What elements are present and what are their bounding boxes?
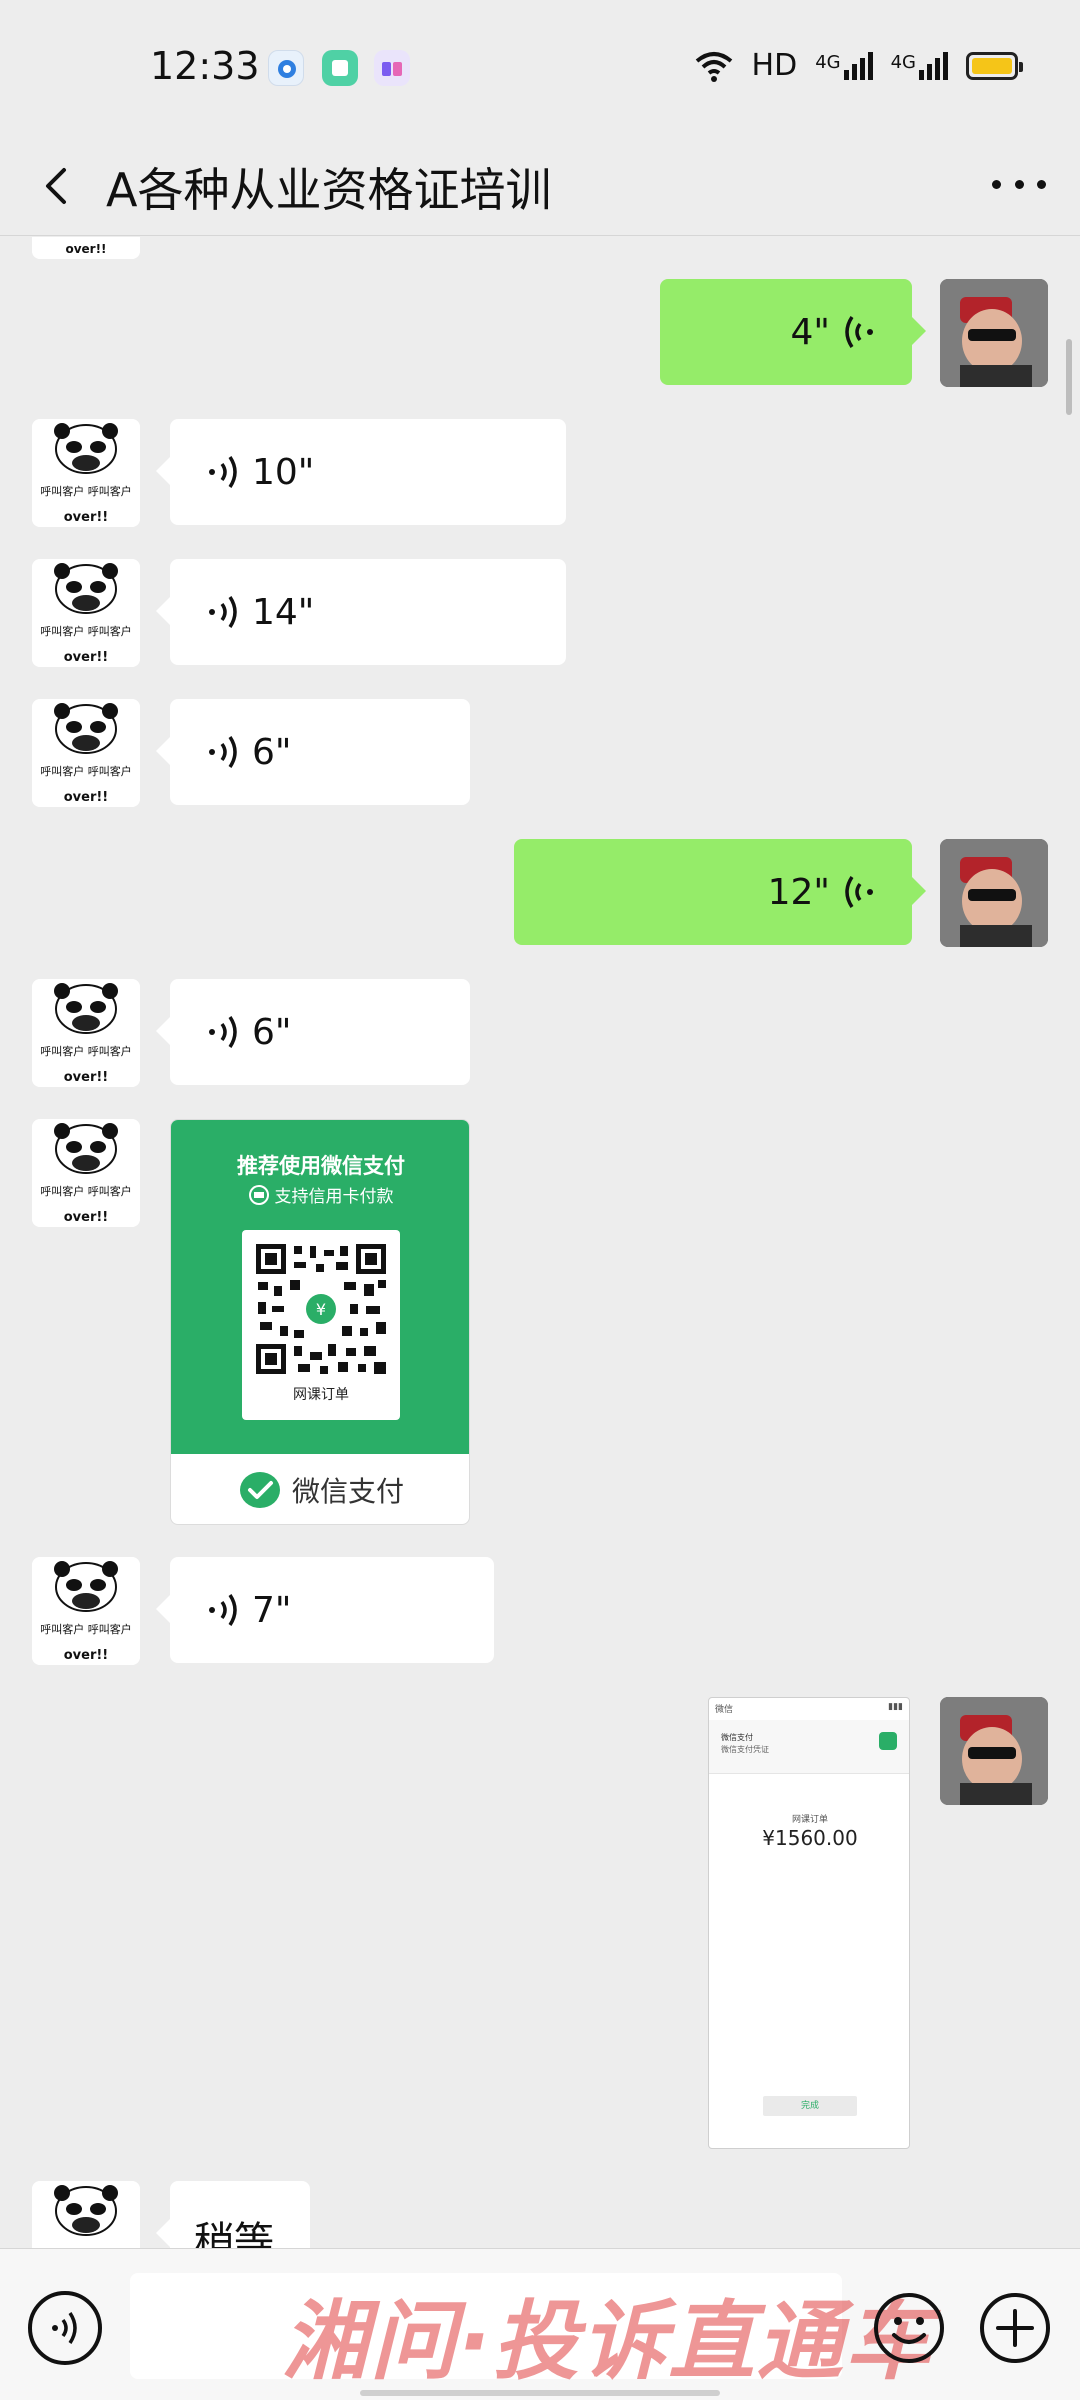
status-time: 12:33 xyxy=(150,44,260,88)
chat-list[interactable]: over!! 4" 呼叫客户 呼叫客户 over!! 10" 呼叫客户 呼叫客户 o… xyxy=(0,237,1080,2248)
svg-text:呼叫客户 呼叫客户: 呼叫客户 呼叫客户 xyxy=(40,484,132,498)
voice-duration: 4" xyxy=(790,311,830,353)
plus-icon xyxy=(980,2293,1050,2363)
voice-message[interactable]: 6" xyxy=(156,699,470,805)
battery-icon xyxy=(966,51,1023,80)
avatar[interactable] xyxy=(940,839,1048,947)
plus-button[interactable] xyxy=(978,2291,1052,2365)
voice-duration: 12" xyxy=(767,871,830,913)
svg-text:¥: ¥ xyxy=(316,1300,326,1319)
signal-icon: 4G xyxy=(890,51,948,80)
voice-wave-icon xyxy=(845,316,873,348)
svg-text:over!!: over!! xyxy=(64,510,109,525)
voice-message[interactable]: 14" xyxy=(156,559,566,665)
screenshot-status-label: 微信 xyxy=(715,1705,734,1715)
status-indicators: HD 4G 4G xyxy=(694,48,1023,83)
chat-title: A各种从业资格证培训 xyxy=(106,163,552,217)
more-dots-icon xyxy=(992,179,1001,189)
payment-headline: 推荐使用微信支付 xyxy=(237,1154,405,1178)
voice-wave-icon xyxy=(845,876,873,908)
qr-code-icon: ¥ xyxy=(254,1242,388,1376)
voice-wave-icon xyxy=(209,736,237,768)
svg-text:呼叫客户 呼叫客户: 呼叫客户 呼叫客户 xyxy=(40,624,132,638)
signal-label: 4G xyxy=(890,51,916,73)
screenshot-order: 网课订单 xyxy=(791,1815,828,1825)
scrollbar[interactable] xyxy=(1066,339,1072,415)
qr-code-box[interactable]: ¥ 网课订单 xyxy=(242,1230,400,1420)
back-button[interactable] xyxy=(30,152,90,220)
chat-icon xyxy=(879,1732,897,1750)
app-notification-icon xyxy=(268,50,304,86)
image-message[interactable]: 微信 ▮▮▮ 微信支付 微信支付凭证 网课订单 ¥1560.00 完成 xyxy=(708,1697,910,2149)
chevron-left-icon xyxy=(46,168,66,204)
avatar[interactable] xyxy=(940,1697,1048,1805)
voice-message[interactable]: 6" xyxy=(156,979,470,1085)
svg-text:over!!: over!! xyxy=(64,790,109,805)
avatar[interactable] xyxy=(32,2181,140,2248)
svg-text:over!!: over!! xyxy=(64,650,109,665)
credit-card-icon xyxy=(248,1184,269,1205)
voice-message[interactable]: 7" xyxy=(156,1557,494,1663)
home-indicator[interactable] xyxy=(360,2390,720,2396)
avatar[interactable] xyxy=(940,279,1048,387)
voice-wave-icon xyxy=(209,456,237,488)
svg-text:呼叫客户 呼叫客户: 呼叫客户 呼叫客户 xyxy=(40,764,132,778)
avatar[interactable]: 呼叫客户 呼叫客户 over!! xyxy=(32,979,140,1087)
input-bar: 湘问·投诉直通车 xyxy=(0,2248,1080,2400)
signal-icon: 4G xyxy=(815,51,873,80)
wechat-pay-icon xyxy=(239,1472,280,1508)
voice-duration: 10" xyxy=(252,451,315,493)
svg-text:over!!: over!! xyxy=(64,1648,109,1663)
voice-duration: 14" xyxy=(252,591,315,633)
status-bar: 12:33 HD 4G 4G xyxy=(0,0,1080,136)
screenshot-amount: ¥1560.00 xyxy=(762,1826,858,1850)
watermark: 湘问·投诉直通车 xyxy=(282,2292,933,2392)
screenshot-title: 微信支付 xyxy=(721,1733,753,1742)
avatar[interactable]: 呼叫客户 呼叫客户 over!! xyxy=(32,1119,140,1227)
voice-wave-icon xyxy=(209,596,237,628)
app-notification-icon xyxy=(322,50,358,86)
voice-message[interactable]: 4" xyxy=(660,279,926,385)
svg-text:呼叫客户 呼叫客户: 呼叫客户 呼叫客户 xyxy=(40,1044,132,1058)
voice-wave-icon xyxy=(209,1016,237,1048)
avatar[interactable]: over!! xyxy=(32,237,140,259)
emoji-button[interactable] xyxy=(872,2291,946,2365)
voice-message[interactable]: 12" xyxy=(514,839,926,945)
payment-qr-card[interactable]: 推荐使用微信支付 支持信用卡付款 ¥ 网课订单 微信支付 xyxy=(170,1119,470,1525)
screenshot-done-button: 完成 xyxy=(763,2096,857,2116)
voice-message[interactable]: 10" xyxy=(156,419,566,525)
voice-input-button[interactable] xyxy=(28,2291,102,2365)
app-notification-icon xyxy=(374,50,410,86)
screenshot-subtitle: 微信支付凭证 xyxy=(721,1745,769,1754)
message-text: 稍等 xyxy=(194,2219,274,2248)
svg-text:over!!: over!! xyxy=(64,1070,109,1085)
network-label: HD xyxy=(751,48,798,83)
payment-subline: 支持信用卡付款 xyxy=(274,1187,394,1207)
avatar[interactable]: 呼叫客户 呼叫客户 over!! xyxy=(32,559,140,667)
emoji-icon xyxy=(874,2293,944,2363)
voice-duration: 7" xyxy=(252,1589,292,1631)
svg-text:over!!: over!! xyxy=(65,242,106,256)
voice-duration: 6" xyxy=(252,731,292,773)
voice-icon xyxy=(52,2312,77,2344)
wechat-pay-label: 微信支付 xyxy=(291,1475,404,1508)
svg-text:呼叫客户 呼叫客户: 呼叫客户 呼叫客户 xyxy=(40,1184,132,1198)
text-message[interactable]: 稍等 xyxy=(156,2181,310,2248)
avatar[interactable]: 呼叫客户 呼叫客户 over!! xyxy=(32,1557,140,1665)
chat-header: A各种从业资格证培训 xyxy=(0,136,1080,236)
more-button[interactable] xyxy=(984,154,1054,214)
avatar[interactable]: 呼叫客户 呼叫客户 over!! xyxy=(32,699,140,807)
qr-order-label: 网课订单 xyxy=(293,1387,349,1403)
wifi-icon xyxy=(695,51,732,82)
svg-text:呼叫客户 呼叫客户: 呼叫客户 呼叫客户 xyxy=(40,1622,132,1636)
voice-wave-icon xyxy=(209,1594,237,1626)
svg-text:over!!: over!! xyxy=(64,1210,109,1225)
avatar[interactable]: 呼叫客户 呼叫客户 over!! xyxy=(32,419,140,527)
signal-label: 4G xyxy=(815,51,841,73)
voice-duration: 6" xyxy=(252,1011,292,1053)
